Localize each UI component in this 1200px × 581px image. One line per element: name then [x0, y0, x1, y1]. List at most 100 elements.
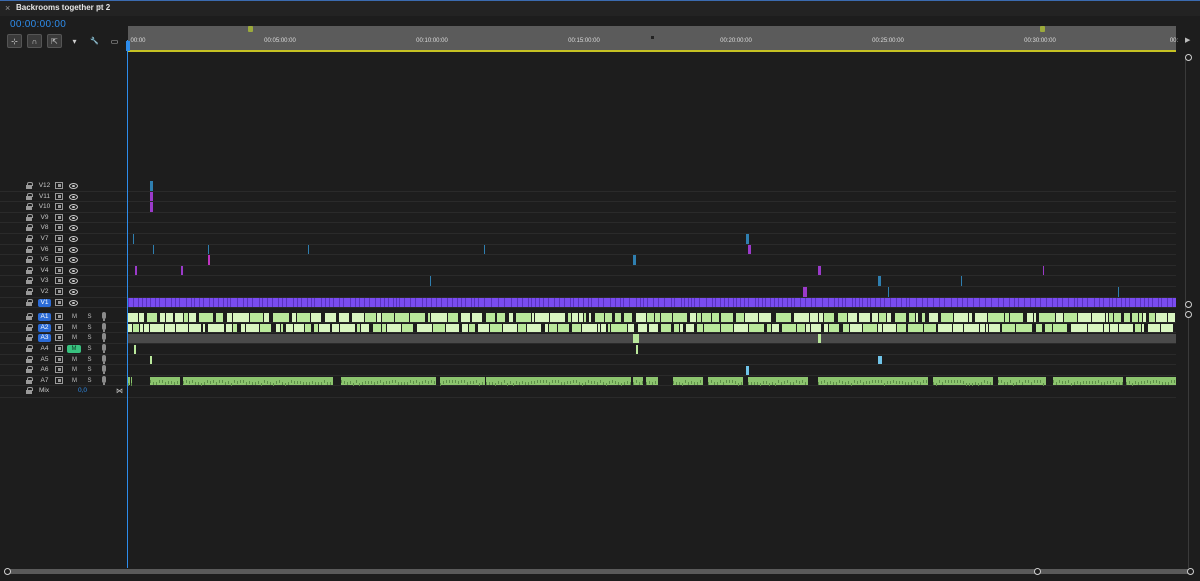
clip-edge[interactable] [723, 297, 725, 307]
clip-edge[interactable] [474, 297, 476, 307]
audio-clip[interactable] [461, 323, 469, 333]
waveform-tick[interactable] [732, 380, 733, 384]
audio-clip[interactable] [1143, 313, 1147, 322]
waveform-tick[interactable] [802, 379, 803, 383]
audio-clip[interactable] [263, 313, 269, 322]
waveform-tick[interactable] [243, 379, 244, 383]
audio-clip[interactable] [133, 323, 139, 333]
audio-clip[interactable] [648, 323, 658, 333]
audio-clip[interactable] [584, 313, 587, 322]
clip-edge[interactable] [329, 297, 331, 307]
audio-clip[interactable] [989, 323, 1001, 333]
audio-clip[interactable] [1077, 313, 1092, 322]
waveform-tick[interactable] [219, 380, 220, 384]
clip-edge[interactable] [415, 297, 417, 307]
clip-edge[interactable] [1086, 297, 1088, 307]
audio-clip[interactable] [489, 323, 503, 333]
lock-icon[interactable] [26, 203, 33, 211]
waveform-tick[interactable] [769, 382, 770, 386]
clip-edge[interactable] [1056, 297, 1058, 307]
clip-edge[interactable] [978, 297, 980, 307]
eye-icon[interactable] [69, 225, 78, 232]
waveform-tick[interactable] [954, 380, 955, 384]
video-clip[interactable] [961, 276, 962, 286]
waveform-tick[interactable] [419, 382, 420, 386]
clip-edge[interactable] [758, 297, 760, 307]
audio-clip[interactable] [571, 323, 581, 333]
audio-clip[interactable] [1026, 313, 1033, 322]
scroll-handle[interactable] [1185, 311, 1192, 318]
audio-clip[interactable] [928, 313, 938, 322]
audio-clip[interactable] [872, 313, 878, 322]
audio-clip[interactable] [637, 323, 647, 333]
audio-clip[interactable] [842, 323, 849, 333]
audio-clip[interactable] [395, 313, 410, 322]
waveform-tick[interactable] [231, 382, 232, 386]
waveform-tick[interactable] [531, 381, 532, 385]
clip-edge[interactable] [822, 297, 824, 307]
microphone-icon[interactable] [102, 344, 106, 353]
audio-clip[interactable] [1036, 323, 1042, 333]
audio-clip[interactable] [273, 313, 289, 322]
clip-edge[interactable] [889, 297, 891, 307]
audio-clip[interactable] [1092, 313, 1105, 322]
audio-clip[interactable] [696, 313, 702, 322]
microphone-icon[interactable] [102, 354, 106, 364]
waveform-tick[interactable] [461, 379, 462, 383]
clip-edge[interactable] [138, 297, 140, 307]
waveform-tick[interactable] [327, 382, 328, 386]
waveform-tick[interactable] [156, 382, 157, 386]
audio-clip[interactable] [447, 313, 458, 322]
clip-edge[interactable] [343, 297, 345, 307]
waveform-tick[interactable] [714, 382, 715, 386]
waveform-tick[interactable] [516, 380, 517, 384]
waveform-tick[interactable] [978, 382, 979, 386]
video-clip[interactable] [150, 191, 153, 202]
clip-edge[interactable] [464, 297, 466, 307]
waveform-tick[interactable] [347, 382, 348, 386]
waveform-tick[interactable] [1107, 381, 1108, 385]
clip-edge[interactable] [1081, 297, 1083, 307]
waveform-tick[interactable] [416, 380, 417, 384]
audio-clip[interactable] [771, 323, 779, 333]
waveform-tick[interactable] [519, 381, 520, 385]
clip-edge[interactable] [1068, 297, 1070, 307]
waveform-tick[interactable] [957, 380, 958, 384]
waveform-tick[interactable] [174, 382, 175, 386]
sync-lock-icon[interactable] [55, 277, 63, 285]
audio-clip[interactable] [811, 323, 821, 333]
waveform-tick[interactable] [534, 381, 535, 385]
solo-button[interactable]: S [85, 324, 94, 332]
clip-edge[interactable] [421, 297, 423, 307]
audio-clip[interactable] [588, 313, 592, 322]
lock-icon[interactable] [26, 266, 33, 274]
clip-edge[interactable] [165, 297, 167, 307]
audio-clip[interactable] [985, 323, 989, 333]
audio-clip[interactable] [794, 313, 809, 322]
waveform-tick[interactable] [549, 382, 550, 386]
track-name[interactable]: A1 [38, 313, 51, 322]
lock-icon[interactable] [26, 256, 33, 264]
audio-clip[interactable] [1071, 323, 1087, 333]
clip-edge[interactable] [884, 297, 886, 307]
audio-clip[interactable] [431, 313, 447, 322]
waveform-tick[interactable] [685, 380, 686, 384]
close-tab-icon[interactable]: × [5, 3, 10, 13]
sync-lock-icon[interactable] [55, 256, 63, 264]
audio-clip[interactable] [208, 323, 225, 333]
lock-icon[interactable] [26, 387, 33, 395]
track-name[interactable]: V3 [38, 277, 51, 285]
track-name[interactable]: V9 [38, 214, 51, 222]
audio-clip[interactable] [601, 323, 606, 333]
waveform-tick[interactable] [401, 381, 402, 385]
clip-edge[interactable] [1121, 297, 1123, 307]
audio-clip[interactable] [858, 313, 870, 322]
waveform-tick[interactable] [878, 379, 879, 383]
mute-button[interactable]: M [70, 356, 79, 364]
waveform-tick[interactable] [926, 379, 927, 383]
audio-clip[interactable] [979, 323, 985, 333]
video-clip[interactable] [1118, 287, 1119, 297]
waveform-tick[interactable] [492, 382, 493, 386]
waveform-tick[interactable] [1153, 379, 1154, 383]
clip-edge[interactable] [426, 297, 428, 307]
